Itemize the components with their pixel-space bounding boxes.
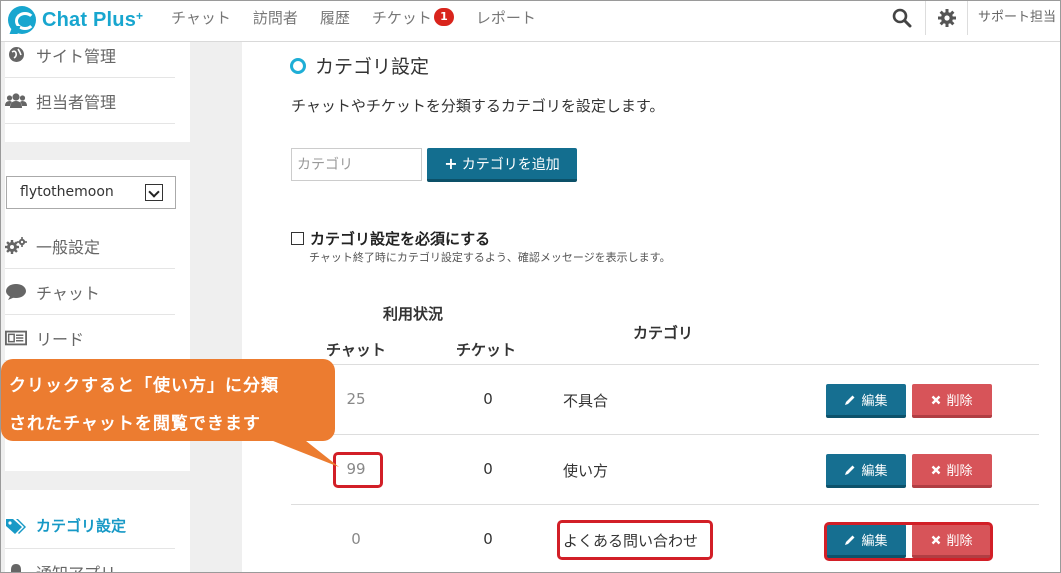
require-category-checkbox[interactable]: カテゴリ設定を必須にする — [291, 228, 490, 249]
users-icon — [5, 92, 27, 110]
callout-line-2: されたチャットを閲覧できます — [9, 414, 261, 434]
gears-icon — [5, 236, 27, 255]
ticket-count: 0 — [483, 530, 493, 548]
chat-bubble-logo-icon — [8, 6, 36, 34]
pencil-icon — [845, 465, 855, 475]
lead-card-icon — [5, 329, 27, 347]
sidebar-item-label: 担当者管理 — [36, 92, 117, 112]
header-ticket-count: チケット — [456, 341, 517, 359]
delete-button[interactable]: 削除 — [912, 524, 992, 558]
sidebar-item-general-settings[interactable]: 一般設定 — [5, 223, 175, 269]
delete-label: 削除 — [946, 464, 973, 479]
edit-button[interactable]: 編集 — [826, 524, 906, 558]
table-row: 99 0 使い方 編集 削除 — [291, 434, 1039, 504]
ticket-count-badge: 1 — [433, 8, 454, 26]
category-name-input[interactable] — [291, 148, 422, 181]
checkbox-unchecked-icon[interactable] — [291, 232, 304, 245]
edit-button[interactable]: 編集 — [826, 384, 906, 418]
category-settings-panel: カテゴリ設定 チャットやチケットを分類するカテゴリを設定します。 + カテゴリを… — [242, 42, 1060, 572]
sidebar-item-site-management[interactable]: サイト管理 — [5, 32, 175, 78]
search-icon — [892, 8, 912, 28]
sidebar-item-label: チャット — [36, 283, 100, 303]
require-category-note: チャット終了時にカテゴリ設定するよう、確認メッセージを表示します。 — [309, 251, 671, 264]
close-icon — [932, 395, 941, 404]
delete-button[interactable]: 削除 — [912, 384, 992, 418]
nav-tickets[interactable]: チケット 1 — [372, 7, 454, 28]
tag-icon — [5, 517, 27, 535]
plus-icon: + — [444, 154, 458, 173]
settings-button[interactable] — [925, 1, 967, 35]
chat-count-link[interactable]: 99 — [336, 460, 376, 478]
user-menu[interactable]: サポート担当 — [967, 1, 1060, 35]
close-icon — [932, 535, 941, 544]
sidebar-item-label: サイト管理 — [36, 46, 117, 66]
app-name: Chat Plus+ — [42, 8, 144, 31]
gear-icon — [937, 9, 956, 27]
nav-history[interactable]: 履歴 — [320, 7, 350, 28]
annotation-callout: クリックすると「使い方」に分類 されたチャットを閲覧できます — [1, 359, 335, 441]
category-name: 使い方 — [563, 462, 609, 480]
globe-icon — [5, 46, 27, 64]
site-select[interactable]: flytothemoon — [6, 176, 176, 209]
edit-label: 編集 — [861, 534, 888, 549]
header-usage: 利用状況 — [383, 305, 444, 323]
category-name: よくある問い合わせ — [563, 532, 699, 550]
sidebar-item-label: 通知アプリ — [36, 560, 116, 572]
sidebar-item-category-settings[interactable]: カテゴリ設定 — [5, 503, 175, 549]
page-title-text: カテゴリ設定 — [315, 56, 430, 78]
delete-label: 削除 — [946, 534, 973, 549]
chat-count-link[interactable]: 0 — [336, 530, 376, 548]
edit-label: 編集 — [861, 464, 888, 479]
add-category-button[interactable]: + カテゴリを追加 — [427, 148, 577, 182]
sidebar-item-agent-management[interactable]: 担当者管理 — [5, 78, 175, 124]
bell-icon — [5, 563, 27, 572]
chevron-down-icon — [145, 184, 163, 201]
chat-count-link[interactable]: 25 — [336, 390, 376, 408]
page-title: カテゴリ設定 — [290, 52, 429, 79]
ticket-count: 0 — [483, 390, 493, 408]
main-nav: チャット 訪問者 履歴 チケット 1 レポート — [171, 1, 558, 33]
sidebar-item-chat-settings[interactable]: チャット — [5, 269, 175, 315]
nav-tickets-label: チケット — [371, 8, 432, 27]
search-button[interactable] — [881, 1, 923, 35]
circle-bullet-icon — [290, 57, 306, 74]
add-category-label: カテゴリを追加 — [461, 156, 560, 173]
header-category: カテゴリ — [633, 324, 694, 342]
ticket-count: 0 — [483, 460, 493, 478]
sidebar-item-notification-app[interactable]: 通知アプリ — [5, 549, 175, 572]
sidebar-item-lead[interactable]: リード — [5, 315, 175, 361]
delete-button[interactable]: 削除 — [912, 454, 992, 488]
require-category-label: カテゴリ設定を必須にする — [310, 230, 491, 248]
comment-icon — [5, 283, 27, 301]
header-chat-count: チャット — [326, 341, 386, 359]
callout-line-1: クリックすると「使い方」に分類 — [9, 376, 279, 396]
site-select-value: flytothemoon — [20, 184, 114, 200]
sidebar-item-label: リード — [36, 329, 85, 349]
nav-reports[interactable]: レポート — [476, 7, 536, 28]
pencil-icon — [845, 395, 855, 405]
nav-chat[interactable]: チャット — [171, 7, 231, 28]
sidebar-item-label: 一般設定 — [36, 237, 101, 257]
edit-button[interactable]: 編集 — [826, 454, 906, 488]
page-description: チャットやチケットを分類するカテゴリを設定します。 — [291, 97, 665, 115]
category-name: 不具合 — [563, 392, 609, 410]
pencil-icon — [845, 535, 855, 545]
table-row: 25 0 不具合 編集 削除 — [291, 364, 1039, 434]
close-icon — [932, 465, 941, 474]
table-row: 0 0 よくある問い合わせ 編集 削除 — [291, 504, 1039, 572]
sidebar-item-label: カテゴリ設定 — [36, 517, 127, 535]
screenshot-frame: Chat Plus+ チャット 訪問者 履歴 チケット 1 レポート サポート担当… — [0, 0, 1061, 573]
edit-label: 編集 — [861, 394, 888, 409]
nav-visitors[interactable]: 訪問者 — [253, 7, 298, 28]
delete-label: 削除 — [946, 394, 973, 409]
